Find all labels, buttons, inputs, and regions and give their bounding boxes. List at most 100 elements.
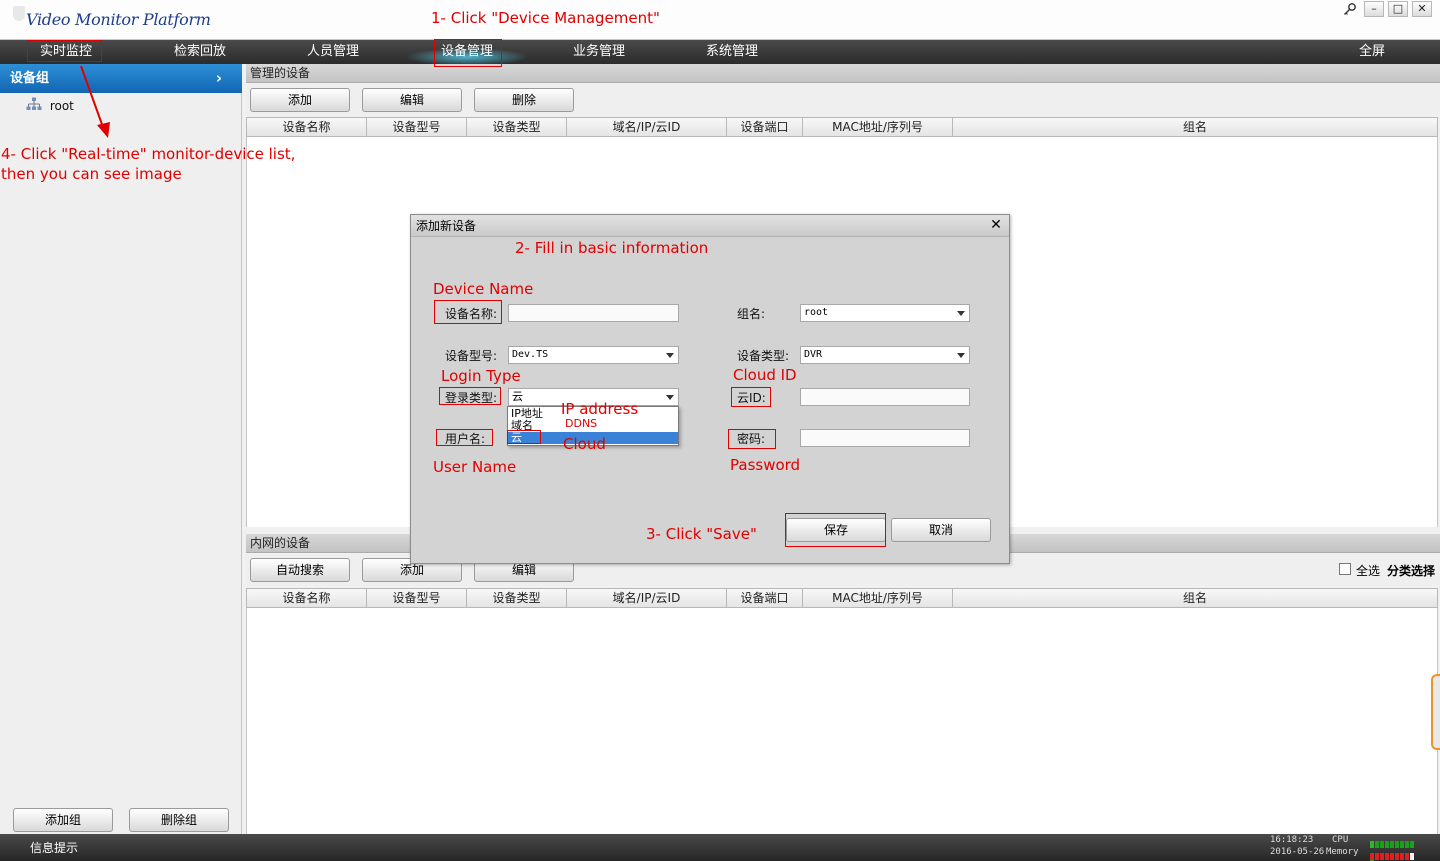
select-all-checkbox[interactable] xyxy=(1339,563,1351,575)
network-tree-icon xyxy=(26,97,42,114)
cancel-button[interactable]: 取消 xyxy=(891,518,991,542)
password-input[interactable] xyxy=(800,429,970,447)
column-header[interactable]: 域名/IP/云ID xyxy=(567,118,727,136)
close-icon[interactable]: ✕ xyxy=(989,217,1003,233)
title-bar xyxy=(0,0,1440,40)
menu-business[interactable]: 业务管理 xyxy=(563,40,635,64)
device-model-select[interactable]: Dev.TS xyxy=(508,346,679,364)
key-icon[interactable] xyxy=(1343,2,1357,16)
highlight-login-type xyxy=(439,387,501,405)
highlight-save xyxy=(785,513,886,547)
app-title: Video Monitor Platform xyxy=(26,10,211,29)
auto-search-button[interactable]: 自动搜索 xyxy=(250,558,350,582)
status-time: 16:18:23 xyxy=(1270,835,1314,845)
delete-device-button[interactable]: 删除 xyxy=(474,88,574,112)
highlight-cloud-id xyxy=(731,387,771,407)
column-header[interactable]: 设备类型 xyxy=(467,589,567,607)
menu-fullscreen[interactable]: 全屏 xyxy=(1352,40,1392,64)
status-message: 信息提示 xyxy=(30,841,79,855)
add-group-button[interactable]: 添加组 xyxy=(13,808,113,832)
device-type-select[interactable]: DVR xyxy=(800,346,970,364)
column-header[interactable]: 设备端口 xyxy=(727,589,803,607)
annotation-step4-line2: then you can see image xyxy=(1,165,182,183)
meter-segment xyxy=(1385,841,1389,848)
device-name-input[interactable] xyxy=(508,304,679,322)
column-header[interactable]: 设备类型 xyxy=(467,118,567,136)
highlight-realtime-menu xyxy=(27,40,102,62)
chevron-down-icon xyxy=(957,311,965,316)
add-device-button[interactable]: 添加 xyxy=(250,88,350,112)
column-header[interactable]: 域名/IP/云ID xyxy=(567,589,727,607)
cloud-id-input[interactable] xyxy=(800,388,970,406)
meter-segment xyxy=(1375,853,1379,860)
meter-segment xyxy=(1370,853,1374,860)
shield-icon xyxy=(13,6,25,21)
managed-table-header: 设备名称 设备型号 设备类型 域名/IP/云ID 设备端口 MAC地址/序列号 … xyxy=(246,117,1438,137)
meter-segment xyxy=(1385,853,1389,860)
highlight-password xyxy=(728,429,776,449)
annotation-cloud: Cloud xyxy=(563,435,606,453)
lan-table-header: 设备名称 设备型号 设备类型 域名/IP/云ID 设备端口 MAC地址/序列号 … xyxy=(246,588,1438,608)
memory-label: Memory xyxy=(1326,847,1359,857)
device-type-value: DVR xyxy=(804,349,823,360)
minimize-button[interactable]: – xyxy=(1364,1,1384,17)
menu-personnel[interactable]: 人员管理 xyxy=(297,40,369,64)
edit-device-button[interactable]: 编辑 xyxy=(362,88,462,112)
column-header[interactable]: 设备型号 xyxy=(367,589,467,607)
annotation-login-type: Login Type xyxy=(441,367,521,385)
managed-devices-title: 管理的设备 xyxy=(246,64,1440,83)
annotation-ip-address: IP address xyxy=(561,400,639,418)
cpu-label: CPU xyxy=(1332,835,1349,845)
column-header[interactable]: 设备名称 xyxy=(247,118,367,136)
meter-segment xyxy=(1380,841,1384,848)
select-all-label[interactable]: 全选 xyxy=(1356,562,1380,579)
device-model-label: 设备型号: xyxy=(445,349,498,363)
chevron-down-icon xyxy=(666,395,674,400)
chevron-down-icon xyxy=(957,353,965,358)
column-header[interactable]: 设备端口 xyxy=(727,118,803,136)
chevron-down-icon xyxy=(666,353,674,358)
chevron-right-icon: › xyxy=(215,69,222,87)
column-header[interactable]: 组名 xyxy=(953,589,1437,607)
delete-group-button[interactable]: 删除组 xyxy=(129,808,229,832)
device-group-title: 设备组 xyxy=(10,71,50,86)
annotation-step2: 2- Fill in basic information xyxy=(515,239,709,257)
cpu-meter xyxy=(1370,837,1418,861)
annotation-password: Password xyxy=(730,456,801,474)
status-bar xyxy=(0,834,1440,861)
annotation-step4-line1: 4- Click "Real-time" monitor-device list… xyxy=(1,145,296,163)
tree-item-root[interactable]: root xyxy=(26,97,74,115)
device-type-label: 设备类型: xyxy=(737,349,790,363)
memory-meter xyxy=(1370,849,1418,860)
menu-system[interactable]: 系统管理 xyxy=(696,40,768,64)
highlight-cloud-option xyxy=(507,430,541,444)
annotation-step3: 3- Click "Save" xyxy=(646,525,757,543)
menu-search-playback[interactable]: 检索回放 xyxy=(164,40,236,64)
meter-segment xyxy=(1410,853,1414,860)
meter-segment xyxy=(1390,841,1394,848)
group-select-value: root xyxy=(804,307,829,318)
annotation-step1: 1- Click "Device Management" xyxy=(431,9,660,27)
group-label: 组名: xyxy=(737,307,766,321)
column-header[interactable]: MAC地址/序列号 xyxy=(803,118,953,136)
annotation-cloud-id: Cloud ID xyxy=(733,366,797,384)
highlight-username xyxy=(436,429,493,446)
maximize-button[interactable]: □ xyxy=(1388,1,1408,17)
arrow-annotation xyxy=(80,65,110,138)
lan-table-body[interactable] xyxy=(246,608,1438,834)
group-select[interactable]: root xyxy=(800,304,970,322)
category-filter[interactable]: 分类选择 xyxy=(1387,562,1435,579)
column-header[interactable]: 设备型号 xyxy=(367,118,467,136)
tree-item-label: root xyxy=(49,98,74,113)
meter-segment xyxy=(1375,841,1379,848)
meter-segment xyxy=(1400,841,1404,848)
column-header[interactable]: MAC地址/序列号 xyxy=(803,589,953,607)
meter-segment xyxy=(1390,853,1394,860)
annotation-ddns: DDNS xyxy=(565,417,598,430)
side-scroll-handle[interactable] xyxy=(1431,674,1440,750)
close-window-button[interactable]: ✕ xyxy=(1412,1,1432,17)
column-header[interactable]: 组名 xyxy=(953,118,1437,136)
device-model-value: Dev.TS xyxy=(512,349,549,360)
meter-segment xyxy=(1405,853,1409,860)
column-header[interactable]: 设备名称 xyxy=(247,589,367,607)
